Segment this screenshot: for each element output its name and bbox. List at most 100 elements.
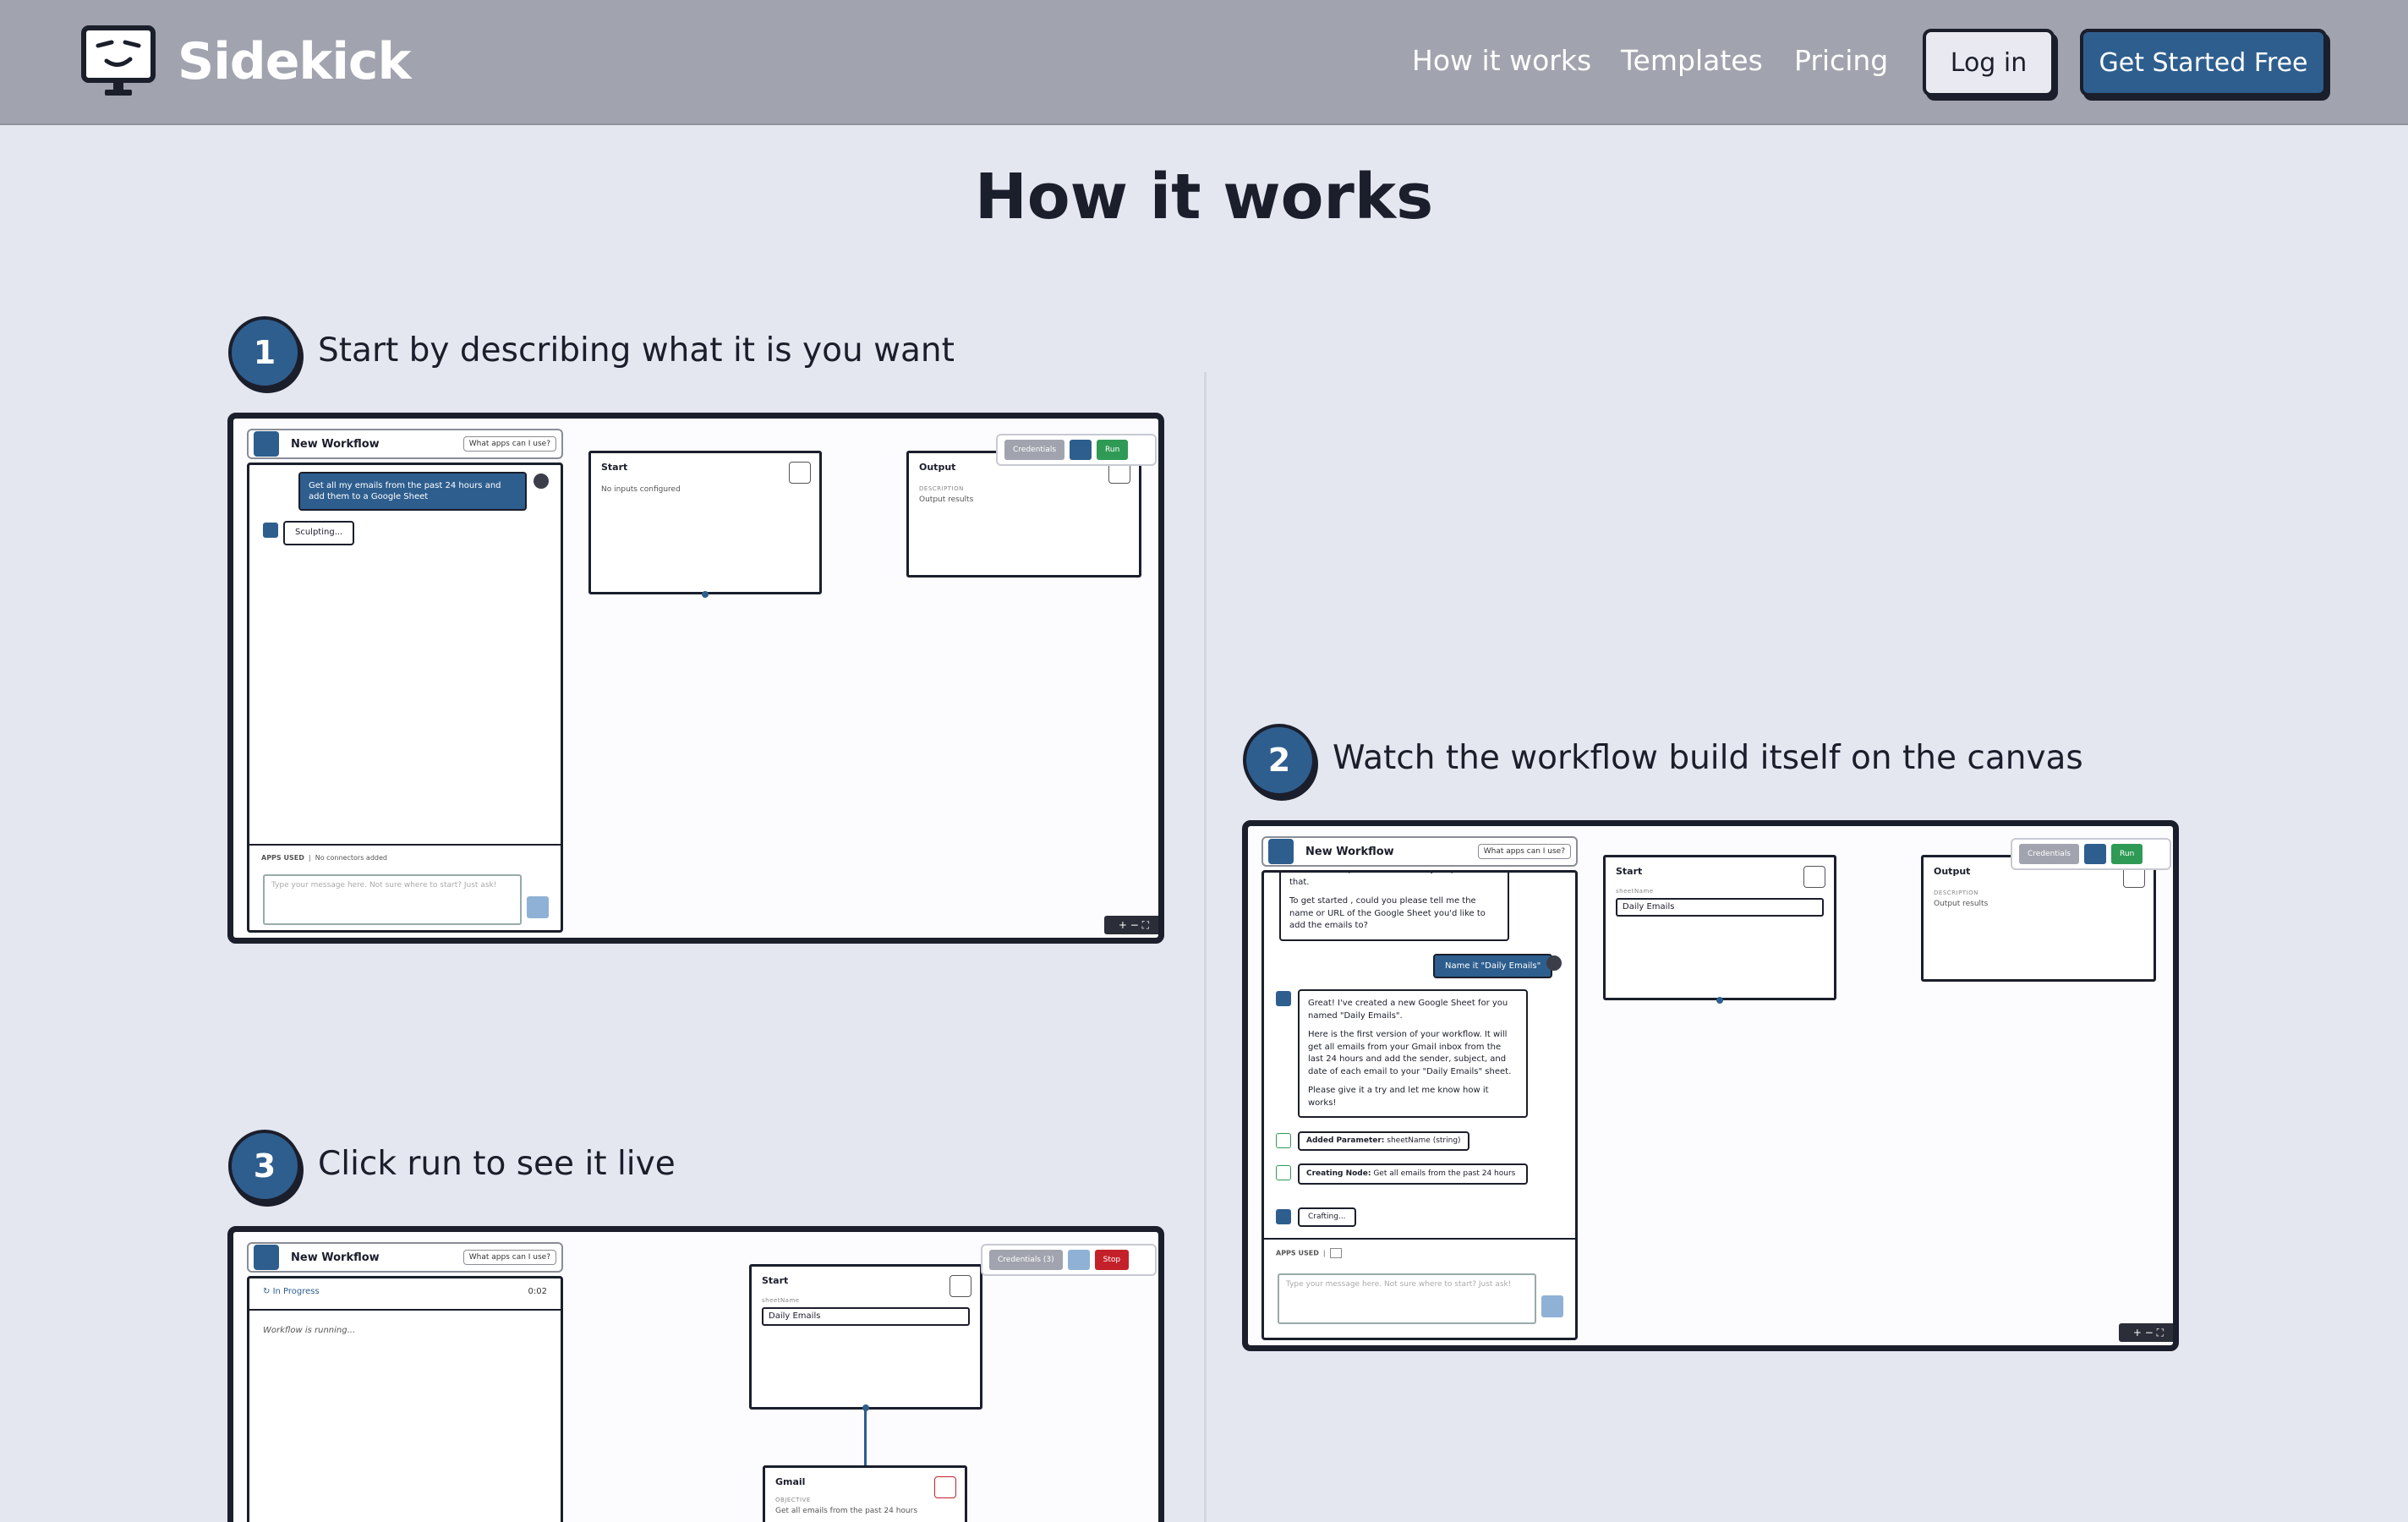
column-divider bbox=[1204, 372, 1207, 1522]
creating-node-value: Get all emails from the past 24 hours bbox=[1373, 1169, 1516, 1178]
plus-icon bbox=[1276, 1133, 1291, 1148]
added-param-label: Added Parameter: bbox=[1306, 1136, 1385, 1145]
user-message: Get all my emails from the past 24 hours… bbox=[298, 472, 527, 511]
bot-message-sheet: Great! I've created a new Google Sheet f… bbox=[1308, 999, 1508, 1021]
run-toolbar: Credentials (3) Stop bbox=[981, 1244, 1157, 1276]
chat-panel: ↻ In Progress 0:02 Workflow is running..… bbox=[247, 1276, 563, 1522]
description-label: DESCRIPTION bbox=[1934, 890, 1978, 896]
send-button[interactable] bbox=[1541, 1295, 1563, 1317]
message-input[interactable]: Type your message here. Not sure where t… bbox=[1278, 1273, 1536, 1324]
play-icon[interactable] bbox=[1803, 866, 1825, 888]
in-progress-text: In Progress bbox=[272, 1287, 320, 1296]
run-button[interactable]: Run bbox=[2111, 844, 2143, 864]
credentials-button[interactable]: Credentials bbox=[2019, 844, 2080, 864]
no-inputs-text: No inputs configured bbox=[601, 485, 681, 494]
output-node[interactable]: Output DESCRIPTION Output results bbox=[906, 451, 1141, 578]
bot-message: Sounds like a plan! I can definitely hel… bbox=[1279, 873, 1509, 941]
apps-button[interactable]: What apps can I use? bbox=[1477, 844, 1571, 859]
run-timer: 0:02 bbox=[528, 1287, 547, 1296]
step-1-screenshot: New Workflow What apps can I use? Get al… bbox=[227, 413, 1164, 944]
zoom-controls[interactable]: + − ⛶ bbox=[1104, 916, 1158, 934]
play-icon[interactable] bbox=[950, 1275, 971, 1297]
gmail-node-title: Gmail bbox=[775, 1476, 806, 1487]
output-node[interactable]: Output DESCRIPTION Output results bbox=[1921, 855, 2156, 982]
start-node-title: Start bbox=[1616, 866, 1643, 877]
page-title: How it works bbox=[974, 161, 1434, 233]
user-avatar bbox=[534, 474, 549, 489]
get-started-button[interactable]: Get Started Free bbox=[2080, 29, 2327, 96]
objective-text: Get all emails from the past 24 hours bbox=[775, 1507, 918, 1515]
bot-icon bbox=[1276, 991, 1291, 1006]
apps-button[interactable]: What apps can I use? bbox=[462, 436, 556, 452]
zoom-controls[interactable]: + − ⛶ bbox=[2119, 1323, 2173, 1342]
step-2-badge: 2 bbox=[1243, 724, 1316, 797]
save-button[interactable] bbox=[1067, 1250, 1090, 1270]
step-3-title: Click run to see it live bbox=[318, 1145, 676, 1183]
added-param-value: sheetName (string) bbox=[1387, 1136, 1461, 1145]
crafting-status: Crafting... bbox=[1298, 1207, 1356, 1228]
apps-button[interactable]: What apps can I use? bbox=[462, 1250, 556, 1265]
connector-dot[interactable] bbox=[1716, 997, 1723, 1004]
bot-message-top: Sounds like a plan! I can definitely hel… bbox=[1289, 873, 1476, 887]
connector-dot[interactable] bbox=[702, 591, 709, 598]
step-3-screenshot: New Workflow What apps can I use? ↻ In P… bbox=[227, 1226, 1164, 1522]
bot-message-ask: To get started , could you please tell m… bbox=[1289, 896, 1486, 930]
bot-message-try: Please give it a try and let me know how… bbox=[1308, 1086, 1489, 1108]
node-edge bbox=[864, 1410, 867, 1469]
output-results-text: Output results bbox=[1934, 900, 1989, 908]
gmail-node[interactable]: Gmail OBJECTIVE Get all emails from the … bbox=[763, 1465, 967, 1522]
objective-label: OBJECTIVE bbox=[775, 1497, 811, 1503]
brand-logo[interactable]: Sidekick bbox=[81, 25, 411, 98]
step-2-title: Watch the workflow build itself on the c… bbox=[1333, 739, 2083, 777]
workflow-title: New Workflow bbox=[291, 437, 380, 451]
step-3-badge: 3 bbox=[228, 1130, 301, 1202]
nav-link-how-it-works[interactable]: How it works bbox=[1412, 44, 1591, 77]
apps-used-bar: APPS USED | No connectors added bbox=[249, 844, 561, 870]
run-button[interactable]: Run bbox=[1097, 440, 1129, 460]
added-parameter: Added Parameter: sheetName (string) bbox=[1298, 1131, 1469, 1152]
workflow-header: New Workflow What apps can I use? bbox=[1261, 836, 1578, 867]
sidekick-icon bbox=[254, 1245, 279, 1270]
user-avatar bbox=[1546, 955, 1562, 971]
nav-link-templates[interactable]: Templates bbox=[1621, 44, 1763, 77]
credentials-button[interactable]: Credentials bbox=[1004, 440, 1065, 460]
stop-button[interactable]: Stop bbox=[1094, 1250, 1130, 1270]
no-connectors: No connectors added bbox=[315, 854, 387, 862]
running-text: Workflow is running... bbox=[263, 1326, 356, 1335]
run-toolbar: Credentials Run bbox=[2011, 838, 2171, 870]
sheet-name-field[interactable]: Daily Emails bbox=[1616, 898, 1824, 917]
start-node-title: Start bbox=[762, 1275, 789, 1286]
sidekick-icon bbox=[254, 431, 279, 457]
bot-message-created: Great! I've created a new Google Sheet f… bbox=[1298, 989, 1528, 1118]
gmail-icon bbox=[1329, 1248, 1342, 1258]
login-button[interactable]: Log in bbox=[1923, 29, 2055, 96]
step-2-screenshot: New Workflow What apps can I use? Sounds… bbox=[1242, 820, 2179, 1351]
sidekick-icon bbox=[1268, 839, 1294, 864]
credentials-button[interactable]: Credentials (3) bbox=[989, 1250, 1063, 1270]
workflow-header: New Workflow What apps can I use? bbox=[247, 1242, 563, 1273]
output-node-title: Output bbox=[919, 462, 956, 473]
message-input[interactable]: Type your message here. Not sure where t… bbox=[263, 874, 522, 925]
step-1-badge: 1 bbox=[228, 316, 301, 389]
workflow-title: New Workflow bbox=[291, 1251, 380, 1264]
send-button[interactable] bbox=[527, 896, 549, 918]
creating-node: Creating Node: Get all emails from the p… bbox=[1298, 1163, 1528, 1185]
run-status-bar: ↻ In Progress 0:02 bbox=[249, 1278, 561, 1311]
save-button[interactable] bbox=[2084, 844, 2107, 864]
nav-link-pricing[interactable]: Pricing bbox=[1794, 44, 1888, 77]
start-node[interactable]: Start No inputs configured bbox=[588, 451, 822, 594]
chat-panel: Sounds like a plan! I can definitely hel… bbox=[1261, 870, 1578, 1340]
plus-icon bbox=[1276, 1165, 1291, 1180]
start-node[interactable]: Start sheetName Daily Emails bbox=[749, 1264, 982, 1410]
apps-used-label: APPS USED bbox=[1276, 1249, 1319, 1257]
monitor-face-icon bbox=[81, 25, 156, 96]
user-message: Name it "Daily Emails" bbox=[1433, 954, 1553, 978]
output-results-text: Output results bbox=[919, 495, 974, 504]
sheet-name-label: sheetName bbox=[762, 1297, 800, 1304]
play-icon[interactable] bbox=[789, 462, 811, 484]
start-node[interactable]: Start sheetName Daily Emails bbox=[1603, 855, 1836, 1000]
creating-node-label: Creating Node: bbox=[1306, 1169, 1371, 1178]
sheet-name-field[interactable]: Daily Emails bbox=[762, 1307, 970, 1326]
chat-panel: Get all my emails from the past 24 hours… bbox=[247, 463, 563, 933]
save-button[interactable] bbox=[1070, 440, 1092, 460]
